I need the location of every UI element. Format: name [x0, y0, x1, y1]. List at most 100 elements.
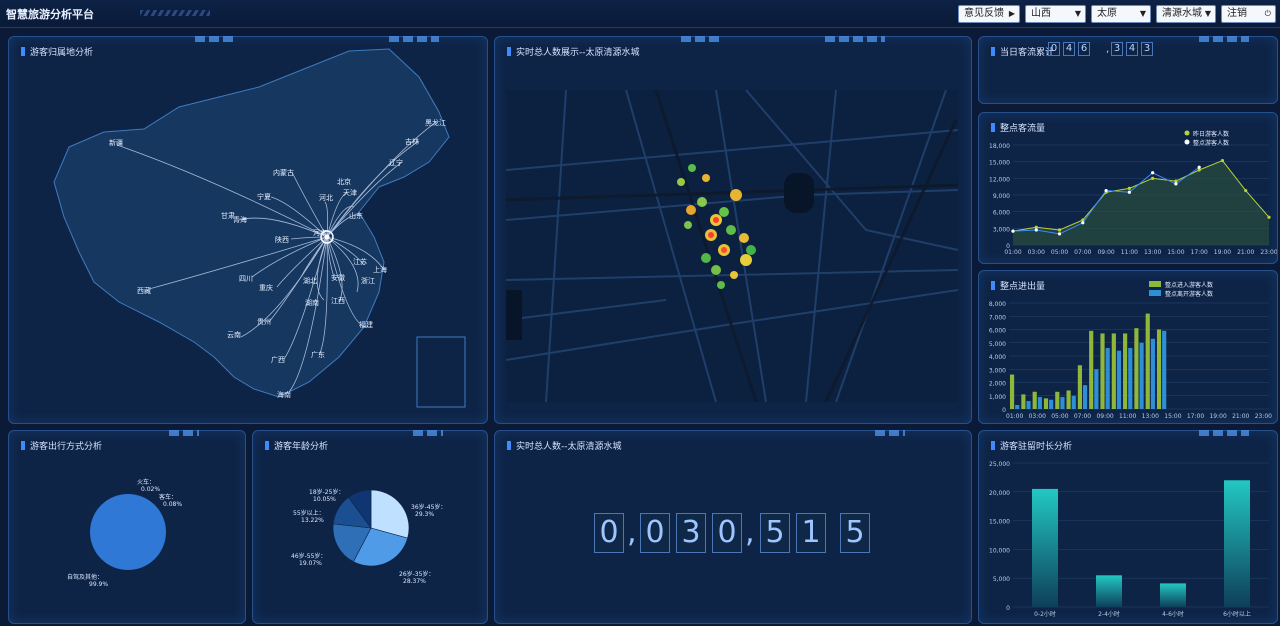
roads [506, 90, 958, 402]
province-label: 湖北 [303, 276, 317, 285]
panel-decoration [1199, 36, 1249, 42]
x-tick-label: 4-6小时 [1162, 610, 1184, 618]
legend-marker [1184, 139, 1190, 145]
y-tick-label: 5,000 [989, 341, 1006, 348]
province-label: 吉林 [405, 137, 419, 146]
y-tick-label: 1,000 [989, 394, 1006, 401]
daily-digit: 4 [1126, 42, 1138, 56]
legend-marker [1149, 290, 1161, 296]
province-label: 四川 [239, 275, 253, 283]
pie-value: 13.22% [301, 517, 324, 524]
bar [1139, 342, 1144, 409]
bar [1010, 374, 1015, 409]
bar [1066, 390, 1071, 409]
y-tick-label: 9,000 [993, 193, 1010, 200]
province-label: 河南 [313, 228, 327, 237]
daily-digit: 6 [1078, 42, 1090, 56]
scenic-select[interactable]: 清源水城 ▼ [1156, 5, 1216, 23]
bar [1037, 397, 1042, 409]
x-tick-label: 05:00 [1051, 413, 1068, 420]
y-tick-label: 8,000 [989, 301, 1006, 308]
city-value: 太原 [1097, 8, 1117, 19]
panel-title: 实时总人数--太原清源水城 [507, 439, 622, 452]
province-select[interactable]: 山西 ▼ [1025, 5, 1086, 23]
x-tick-label: 01:00 [1004, 249, 1021, 256]
bar [1089, 330, 1094, 409]
province-label: 宁夏 [257, 192, 271, 201]
data-point [1057, 232, 1062, 236]
counter-digit: 0 [712, 513, 742, 553]
counter-digit: 0 [594, 513, 624, 553]
water-body [506, 290, 522, 340]
counter-digit: 3 [676, 513, 706, 553]
pie-value: 0.02% [141, 486, 160, 493]
bar [1116, 350, 1122, 409]
bar [1111, 333, 1116, 409]
y-tick-label: 6,000 [993, 210, 1010, 217]
china-map: 黑龙江 吉林 辽宁 新疆 内蒙古 宁夏 甘肃 青海 北京 天津 河北 山东 陕西… [53, 48, 466, 408]
x-tick-label: 03:00 [1029, 413, 1046, 420]
x-tick-label: 05:00 [1051, 249, 1068, 256]
x-tick-label: 11:00 [1119, 413, 1136, 420]
bar [1094, 369, 1099, 409]
y-tick-label: 15,000 [989, 519, 1010, 526]
x-tick-label: 15:00 [1167, 249, 1184, 256]
digit-separator: , [1106, 44, 1110, 55]
data-point [1151, 171, 1155, 175]
province-label: 江西 [331, 297, 345, 305]
data-point [1127, 190, 1131, 194]
legend-label: 昨日游客人数 [1193, 130, 1229, 138]
bar [1082, 385, 1088, 409]
feedback-button[interactable]: 意见反馈 ▶ [958, 5, 1020, 23]
x-tick-label: 01:00 [1006, 413, 1023, 420]
data-point [1174, 179, 1178, 183]
data-point [1220, 158, 1225, 163]
pie-value: 28.37% [403, 578, 426, 585]
province-label: 辽宁 [389, 158, 403, 167]
south-sea-inset [416, 336, 466, 408]
title-decoration [140, 10, 210, 16]
province-label: 河北 [319, 194, 333, 202]
bar [1160, 583, 1186, 607]
chevron-down-icon: ▼ [1204, 9, 1211, 18]
counter-digit: 5 [760, 513, 790, 553]
play-icon: ▶ [1008, 9, 1015, 18]
province-label: 内蒙古 [273, 168, 294, 177]
x-tick-label: 13:00 [1142, 413, 1159, 420]
bar [1021, 394, 1026, 409]
x-tick-label: 2-4小时 [1098, 610, 1120, 618]
water-body [784, 173, 814, 213]
daily-digit: 3 [1141, 42, 1153, 56]
province-label: 江苏 [353, 257, 367, 266]
province-label: 山东 [349, 211, 363, 220]
x-tick-label: 07:00 [1074, 249, 1091, 256]
scenic-value: 清源水城 [1162, 8, 1202, 19]
bar [1071, 395, 1076, 409]
heatmap-map[interactable] [506, 90, 958, 402]
x-tick-label: 23:00 [1260, 249, 1277, 256]
bar [1060, 397, 1065, 409]
x-tick-label: 0-2小时 [1034, 610, 1056, 618]
daily-digit: 3 [1111, 42, 1123, 56]
data-point [1034, 225, 1038, 229]
data-point [1081, 221, 1085, 225]
logout-button[interactable]: 注销 ⏻ [1221, 5, 1276, 23]
province-label: 广东 [311, 350, 325, 359]
data-point [1174, 182, 1178, 186]
bar [1100, 333, 1105, 409]
data-point [1034, 228, 1038, 232]
travel-panel: 游客出行方式分析 火车： 0.02% 客车： 0.08% 自驾及其他： 99.9% [8, 430, 246, 624]
panel-title: 当日客流累计 [991, 45, 1054, 58]
province-label: 福建 [359, 320, 373, 329]
x-tick-label: 17:00 [1187, 413, 1204, 420]
data-point [1197, 168, 1201, 172]
x-tick-label: 13:00 [1144, 249, 1161, 256]
province-label: 海南 [277, 390, 291, 399]
inout-panel: 整点进出量 0 1,000 2,000 3,000 4,000 5,000 6,000 7,0… [978, 270, 1278, 424]
y-tick-label: 20,000 [989, 490, 1010, 497]
pie-value: 99.9% [89, 581, 108, 588]
city-select[interactable]: 太原 ▼ [1091, 5, 1151, 23]
province-label: 安徽 [331, 273, 345, 282]
x-tick-label: 07:00 [1074, 413, 1091, 420]
province-label: 青海 [233, 215, 247, 224]
